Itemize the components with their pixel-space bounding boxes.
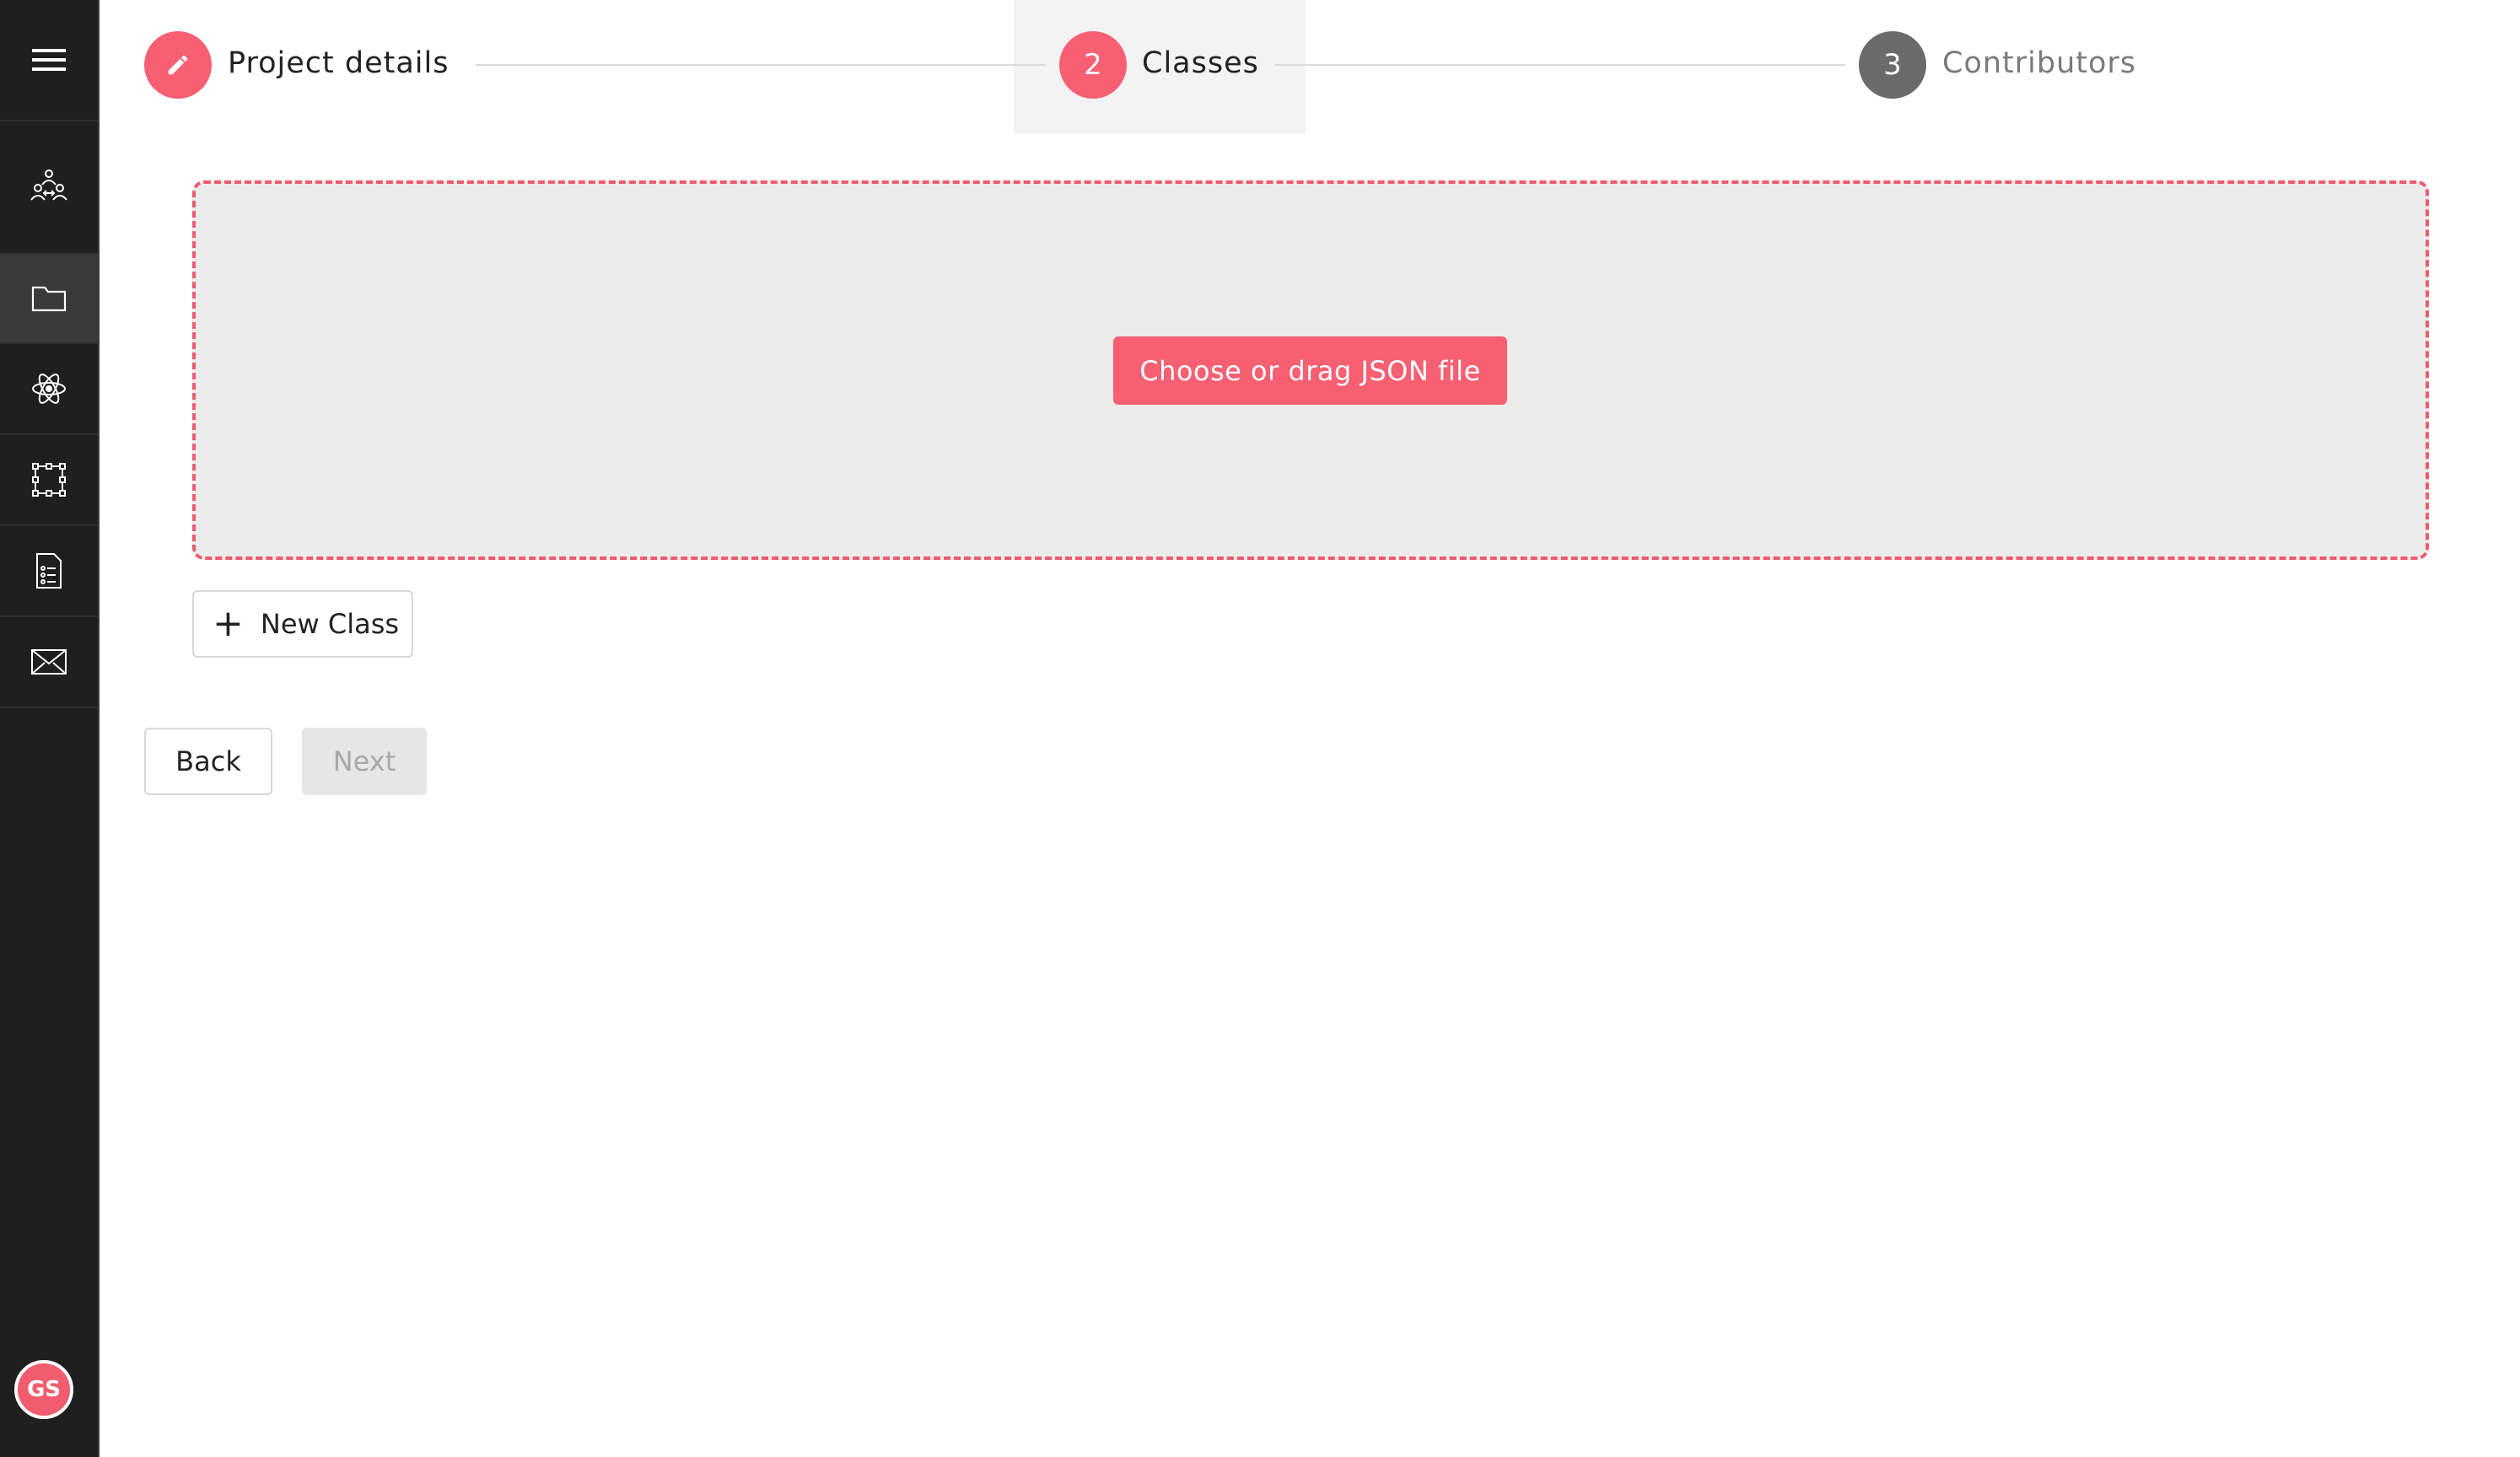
step-1-circle[interactable]: [144, 31, 212, 99]
new-class-button[interactable]: + New Class: [192, 590, 413, 658]
step-3-label[interactable]: Contributors: [1942, 46, 2136, 80]
mail-icon: [31, 649, 67, 675]
sidebar-item-models[interactable]: [0, 344, 98, 435]
step-connector-1: [476, 64, 1046, 66]
folder-icon: [31, 286, 67, 312]
choose-json-file-button[interactable]: Choose or drag JSON file: [1113, 336, 1507, 405]
sidebar-item-annotations[interactable]: [0, 435, 98, 526]
hamburger-menu-button[interactable]: [0, 0, 98, 121]
new-class-label: New Class: [260, 608, 400, 640]
hamburger-menu-icon: [32, 49, 66, 71]
step-connector-2: [1275, 64, 1845, 66]
step-3-circle[interactable]: 3: [1859, 31, 1926, 99]
pencil-icon: [168, 55, 188, 75]
sidebar-item-projects[interactable]: [0, 255, 98, 344]
avatar[interactable]: GS: [14, 1360, 73, 1419]
sidebar-item-messages[interactable]: [0, 617, 98, 708]
back-button[interactable]: Back: [144, 728, 272, 795]
atom-icon: [32, 374, 66, 404]
sidebar-item-team[interactable]: [0, 121, 98, 255]
step-2-label[interactable]: Classes: [1142, 46, 1259, 80]
next-button: Next: [302, 728, 427, 795]
team-icon: [30, 169, 67, 201]
document-list-icon: [36, 553, 62, 589]
bounding-box-icon: [32, 463, 66, 497]
plus-icon: +: [213, 602, 244, 645]
step-2-circle[interactable]: 2: [1059, 31, 1127, 99]
step-1-label[interactable]: Project details: [228, 46, 449, 80]
sidebar-item-reports[interactable]: [0, 526, 98, 617]
sidebar: GS: [0, 0, 100, 1457]
